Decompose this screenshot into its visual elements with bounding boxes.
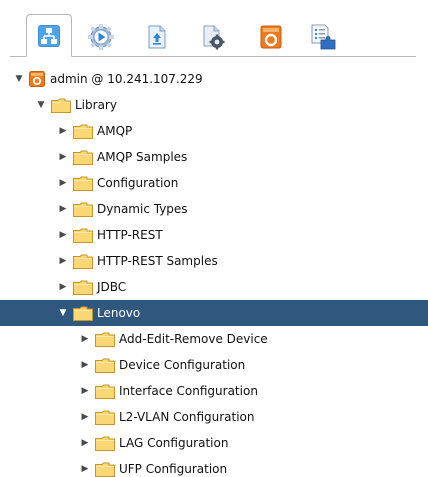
folder-icon: [73, 254, 93, 269]
tree-node-lenovo[interactable]: ▼ Lenovo: [0, 300, 428, 326]
server-label: admin @ 10.241.107.229: [50, 72, 203, 86]
tree-node-folder[interactable]: ▶ HTTP-REST Samples: [0, 248, 428, 274]
folder-label: AMQP Samples: [97, 150, 188, 164]
folder-icon: [95, 436, 115, 451]
tree-node-folder[interactable]: ▶ AMQP Samples: [0, 144, 428, 170]
collapsed-arrow-icon[interactable]: ▶: [57, 177, 69, 189]
folder-icon: [95, 332, 115, 347]
view-tab-strip: [0, 0, 428, 66]
tree-node-folder[interactable]: ▶ UFP Configuration: [0, 456, 428, 477]
gear-play-icon: [88, 24, 114, 50]
tree-node-folder[interactable]: ▶ LAG Configuration: [0, 430, 428, 456]
tab-workflows[interactable]: [83, 18, 119, 56]
collapsed-arrow-icon[interactable]: ▶: [57, 229, 69, 241]
tab-inventory-tree[interactable]: [26, 14, 72, 57]
network-tree-icon: [38, 24, 60, 47]
tab-actions[interactable]: [139, 18, 175, 56]
collapsed-arrow-icon[interactable]: ▶: [57, 151, 69, 163]
folder-icon: [73, 202, 93, 217]
expanded-arrow-icon[interactable]: ▼: [57, 307, 69, 319]
tree-node-folder[interactable]: ▶ HTTP-REST: [0, 222, 428, 248]
collapsed-arrow-icon[interactable]: ▶: [79, 359, 91, 371]
collapsed-arrow-icon[interactable]: ▶: [79, 463, 91, 475]
folder-icon: [73, 150, 93, 165]
collapsed-arrow-icon[interactable]: ▶: [57, 125, 69, 137]
document-gear-icon: [203, 25, 225, 50]
folder-label: UFP Configuration: [119, 462, 228, 476]
tab-policies[interactable]: [195, 18, 231, 56]
folder-icon: [73, 280, 93, 295]
document-upload-icon: [148, 25, 166, 49]
folder-label: Interface Configuration: [119, 384, 258, 398]
folder-label: Lenovo: [97, 306, 141, 320]
tree-node-folder[interactable]: ▶ Device Configuration: [0, 352, 428, 378]
expanded-arrow-icon[interactable]: ▼: [13, 73, 25, 85]
folder-icon: [51, 98, 71, 113]
tree-node-server[interactable]: ▼ admin @ 10.241.107.229: [0, 66, 428, 92]
folder-icon: [95, 410, 115, 425]
server-icon: [29, 71, 45, 87]
folder-icon: [73, 228, 93, 243]
collapsed-arrow-icon[interactable]: ▶: [57, 203, 69, 215]
tree-node-folder[interactable]: ▶ JDBC: [0, 274, 428, 300]
tree-node-folder[interactable]: ▶ AMQP: [0, 118, 428, 144]
folder-icon: [95, 462, 115, 477]
folder-label: Configuration: [97, 176, 179, 190]
collapsed-arrow-icon[interactable]: ▶: [79, 437, 91, 449]
tree-node-folder[interactable]: ▶ Interface Configuration: [0, 378, 428, 404]
folder-label: JDBC: [97, 280, 127, 294]
folder-label: HTTP-REST Samples: [97, 254, 218, 268]
folder-label: HTTP-REST: [97, 228, 163, 242]
collapsed-arrow-icon[interactable]: ▶: [79, 333, 91, 345]
inventory-panel: ▼ admin @ 10.241.107.229 ▼ Library ▶ AMQ…: [0, 0, 428, 477]
checklist-puzzle-icon: [311, 24, 336, 50]
folder-icon: [73, 306, 93, 321]
tree-node-folder[interactable]: ▶ L2-VLAN Configuration: [0, 404, 428, 430]
tree-node-folder[interactable]: ▶ Dynamic Types: [0, 196, 428, 222]
collapsed-arrow-icon[interactable]: ▶: [79, 385, 91, 397]
collapsed-arrow-icon[interactable]: ▶: [57, 281, 69, 293]
folder-label: Device Configuration: [119, 358, 246, 372]
folder-icon: [95, 358, 115, 373]
tree-node-folder[interactable]: ▶ Configuration: [0, 170, 428, 196]
folder-label: Add-Edit-Remove Device: [119, 332, 268, 346]
collapsed-arrow-icon[interactable]: ▶: [57, 255, 69, 267]
folder-icon: [73, 124, 93, 139]
folder-label: LAG Configuration: [119, 436, 229, 450]
expanded-arrow-icon[interactable]: ▼: [35, 99, 47, 111]
folder-icon: [73, 176, 93, 191]
library-label: Library: [75, 98, 117, 112]
collapsed-arrow-icon[interactable]: ▶: [79, 411, 91, 423]
folder-label: Dynamic Types: [97, 202, 188, 216]
tree-node-folder[interactable]: ▶ Add-Edit-Remove Device: [0, 326, 428, 352]
tab-packages[interactable]: [306, 18, 342, 56]
folder-icon: [95, 384, 115, 399]
folder-label: AMQP: [97, 124, 133, 138]
tree-node-library[interactable]: ▼ Library: [0, 92, 428, 118]
orange-server-icon: [260, 25, 282, 49]
tab-resources[interactable]: [253, 18, 289, 56]
folder-label: L2-VLAN Configuration: [119, 410, 255, 424]
